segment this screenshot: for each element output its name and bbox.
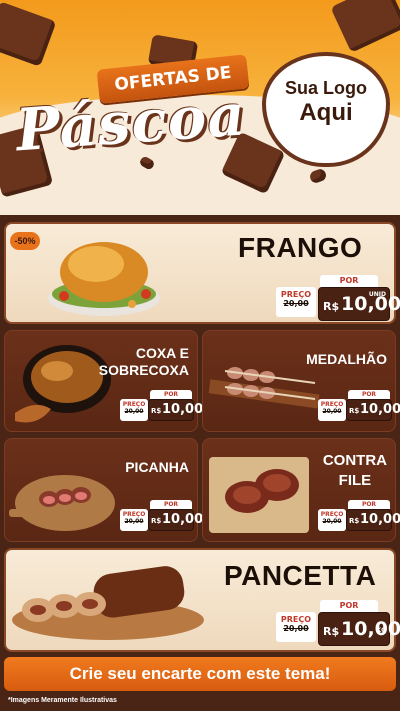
contra-file-image: [209, 457, 309, 533]
price-label: PREÇO: [280, 290, 312, 299]
old-price: PREÇO 20,00: [276, 287, 316, 317]
price-label: PREÇO: [280, 615, 312, 624]
old-price: PREÇO 20,00: [318, 399, 346, 421]
product-name: COXA E SOBRECOXA: [99, 345, 189, 379]
new-price: R$ 10,00: [148, 399, 203, 421]
product-name-line-2: FILE: [338, 472, 372, 489]
create-flyer-button[interactable]: Crie seu encarte com este tema!: [4, 657, 396, 691]
unit-label: KG: [376, 627, 386, 634]
new-price: R$ 10,00 KG: [318, 612, 400, 646]
price-label: PREÇO: [122, 401, 146, 408]
new-price: R$ 10,00: [148, 509, 203, 531]
new-price-value: 10,00: [162, 402, 204, 417]
old-price-value: 20,00: [124, 518, 144, 525]
new-price: R$ 10,00 UNID: [318, 287, 400, 321]
product-name-line-2: SOBRECOXA: [98, 362, 189, 378]
discount-badge: -50%: [10, 232, 40, 250]
por-label: POR: [150, 390, 192, 399]
unit-label: UNID: [368, 291, 386, 298]
chocolate-piece-icon: [330, 0, 400, 53]
currency: R$: [323, 625, 340, 638]
old-price-value: 20,00: [283, 299, 309, 308]
old-price: PREÇO 20,00: [276, 612, 316, 642]
product-name: PICANHA: [125, 459, 189, 475]
por-label: POR: [320, 600, 378, 612]
price-label: PREÇO: [320, 511, 344, 518]
product-name: MEDALHÃO: [306, 351, 387, 367]
old-price: PREÇO 20,00: [120, 509, 148, 531]
currency: R$: [151, 407, 162, 415]
old-price-value: 20,00: [124, 408, 144, 415]
currency: R$: [323, 300, 340, 313]
new-price: R$ 10,00: [346, 399, 400, 421]
product-name: CONTRA FILE: [323, 451, 387, 491]
product-name-line-1: COXA E: [135, 345, 189, 361]
logo-line-1: Sua Logo: [285, 78, 367, 98]
price-label: PREÇO: [122, 511, 146, 518]
pancetta-image: [12, 566, 204, 640]
disclaimer-text: *Imagens Meramente Ilustrativas: [8, 697, 117, 704]
product-name-line-1: CONTRA: [322, 452, 387, 469]
product-name: PANCETTA: [224, 560, 377, 591]
price-label: PREÇO: [320, 401, 344, 408]
old-price: PREÇO 20,00: [318, 509, 346, 531]
old-price-value: 20,00: [322, 518, 342, 525]
chocolate-piece-icon: [0, 1, 57, 67]
header-banner: OFERTAS DE Páscoa Sua Logo Aqui: [0, 0, 400, 215]
old-price: PREÇO 20,00: [120, 399, 148, 421]
old-price-value: 20,00: [322, 408, 342, 415]
new-price-value: 10,00: [162, 512, 204, 527]
por-label: POR: [348, 500, 390, 509]
currency: R$: [349, 407, 360, 415]
currency: R$: [349, 517, 360, 525]
por-label: POR: [348, 390, 390, 399]
new-price: R$ 10,00: [346, 509, 400, 531]
currency: R$: [151, 517, 162, 525]
new-price-value: 10,00: [360, 402, 400, 417]
new-price-value: 10,00: [360, 512, 400, 527]
logo-line-2: Aqui: [299, 99, 353, 126]
product-name: FRANGO: [238, 232, 363, 263]
picanha-image: [9, 475, 115, 531]
por-label: POR: [320, 275, 378, 287]
por-label: POR: [150, 500, 192, 509]
new-price-value: 10,00: [341, 618, 400, 640]
chicken-image: [48, 242, 160, 316]
old-price-value: 20,00: [283, 624, 309, 633]
